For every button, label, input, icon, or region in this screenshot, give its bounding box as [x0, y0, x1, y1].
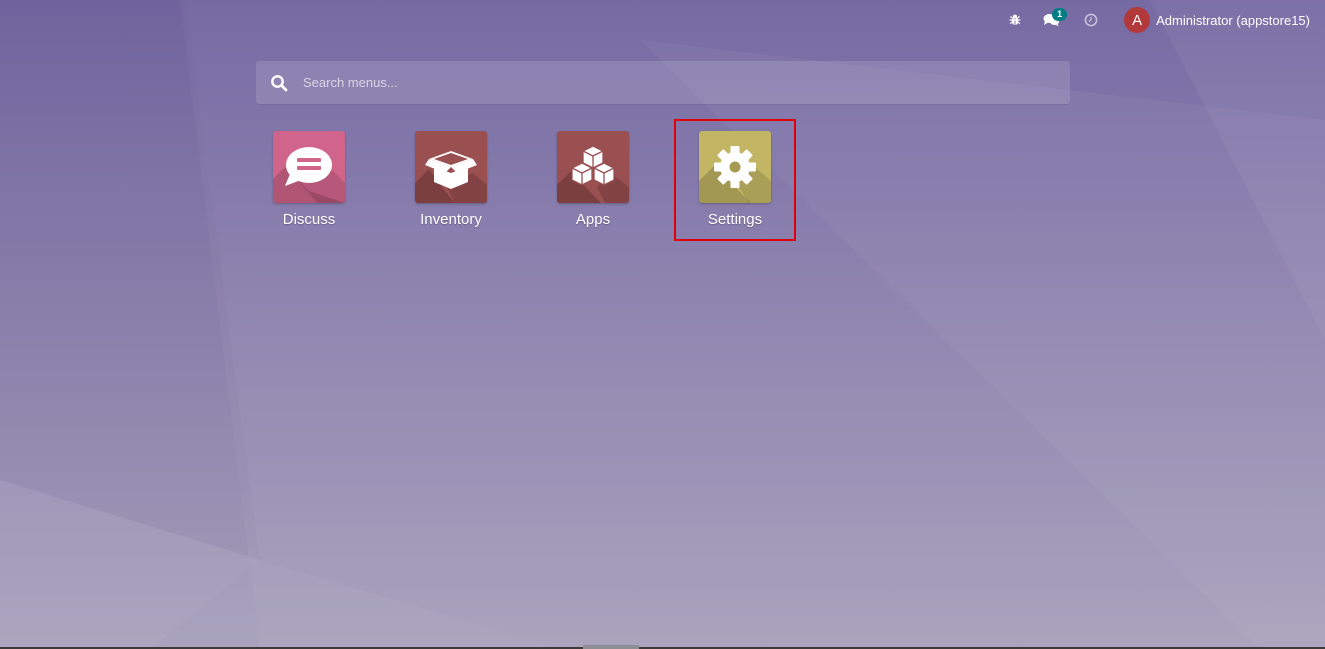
app-label: Apps	[575, 211, 611, 228]
bottom-scroll-handle	[583, 645, 639, 649]
app-icon	[273, 131, 345, 203]
app-discuss[interactable]: Discuss	[238, 119, 380, 239]
activity-menu[interactable]	[1076, 0, 1106, 40]
messages-menu[interactable]: 1	[1036, 0, 1068, 40]
user-name: Administrator (appstore15)	[1156, 12, 1310, 28]
app-icon	[415, 131, 487, 203]
chat-bubble-icon	[285, 147, 332, 186]
app-inventory[interactable]: Inventory	[380, 119, 522, 239]
app-settings[interactable]: Settings	[674, 119, 796, 241]
bug-icon	[1009, 14, 1021, 25]
search-bar	[256, 60, 1070, 105]
top-bar: 1 A Administrator (appstore15)	[1000, 0, 1325, 40]
messages-count-badge: 1	[1052, 8, 1068, 21]
app-label: Settings	[707, 211, 763, 228]
app-label: Discuss	[282, 211, 336, 228]
app-label: Inventory	[420, 211, 482, 228]
open-box-icon	[425, 151, 477, 189]
search-icon	[270, 73, 290, 93]
user-menu[interactable]: A Administrator (appstore15)	[1124, 7, 1325, 33]
app-grid: Discuss Inventory Apps Settings	[238, 119, 796, 241]
search-input[interactable]	[301, 60, 1070, 105]
avatar: A	[1124, 7, 1151, 33]
app-apps[interactable]: Apps	[522, 119, 664, 239]
app-icon	[557, 131, 629, 203]
clock-icon	[1084, 13, 1098, 27]
cubes-icon	[571, 145, 615, 186]
app-icon	[699, 131, 771, 203]
debug-menu[interactable]	[1000, 0, 1030, 40]
gear-icon	[714, 146, 756, 188]
